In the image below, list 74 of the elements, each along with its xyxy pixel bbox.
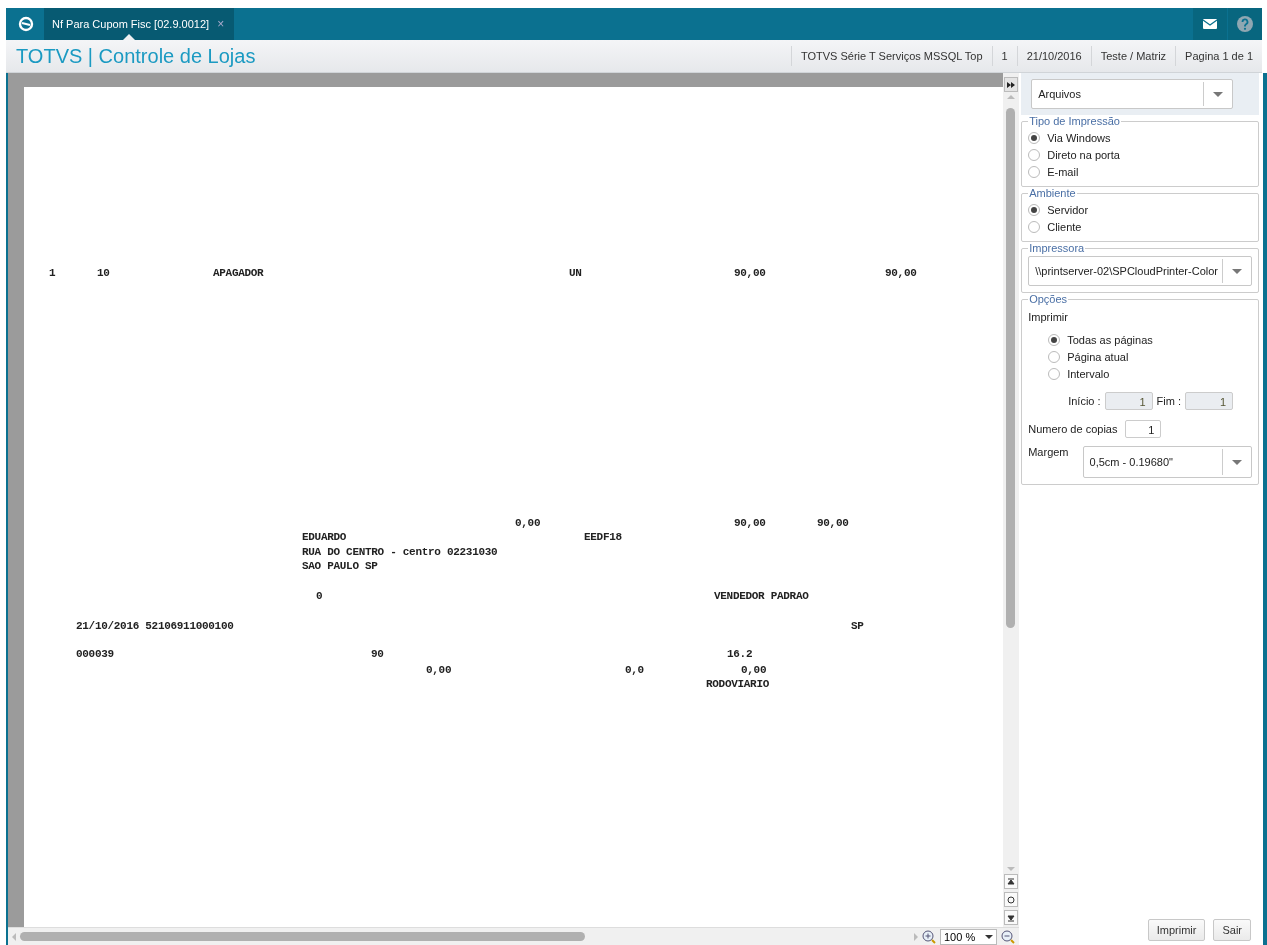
report-text: 0,0 xyxy=(625,664,644,676)
radio-option[interactable]: Cliente xyxy=(1028,218,1252,235)
header-info: 1 xyxy=(991,46,1017,66)
report-text: 90,00 xyxy=(734,267,766,279)
end-field[interactable]: 1 xyxy=(1185,392,1234,410)
report-text: 21/10/2016 52106911000100 xyxy=(76,620,234,632)
last-page-icon[interactable] xyxy=(1004,910,1019,925)
help-icon[interactable] xyxy=(1228,8,1262,40)
radio-option[interactable]: E-mail xyxy=(1028,163,1252,180)
copies-field[interactable]: 1 xyxy=(1125,420,1162,438)
header-info: Teste / Matriz xyxy=(1090,46,1176,66)
report-text: UN xyxy=(569,267,582,279)
field-label: Margem xyxy=(1028,446,1069,458)
report-text: EDUARDO xyxy=(302,531,347,543)
report-text: 90 xyxy=(371,648,384,660)
report-text: 1 xyxy=(49,267,56,279)
caret-icon xyxy=(1232,459,1242,465)
report-text: 16.2 xyxy=(727,648,753,660)
close-icon[interactable]: × xyxy=(217,17,225,31)
report-text: APAGADOR xyxy=(213,267,264,279)
radio-option[interactable]: Direto na porta xyxy=(1028,146,1252,163)
field-label: Numero de copias xyxy=(1028,423,1118,435)
report-text: 0 xyxy=(316,590,323,602)
report-text: 0,00 xyxy=(515,517,541,529)
printer-dropdown[interactable]: \\printserver-02\SPCloudPrinter-Color xyxy=(1028,256,1252,286)
collapse-icon[interactable] xyxy=(1004,77,1019,92)
caret-icon xyxy=(985,934,994,939)
report-text: 0,00 xyxy=(426,664,452,676)
start-field[interactable]: 1 xyxy=(1104,392,1153,410)
report-text: 10 xyxy=(97,267,110,279)
radio-option[interactable]: Intervalo xyxy=(1048,365,1252,382)
tab-title: Nf Para Cupom Fisc [02.9.0012] xyxy=(52,18,210,30)
margin-dropdown[interactable]: 0,5cm - 0.19680" xyxy=(1082,446,1252,478)
report-text: RUA DO CENTRO - centro 02231030 xyxy=(302,546,498,558)
group-legend: Tipo de Impressão xyxy=(1028,115,1121,127)
first-page-icon[interactable] xyxy=(1004,874,1019,889)
report-text: EEDF18 xyxy=(584,531,622,543)
header-info: TOTVS Série T Serviços MSSQL Top xyxy=(790,46,992,66)
zoom-dropdown[interactable]: 100 % xyxy=(940,928,998,945)
header-info: Pagina 1 de 1 xyxy=(1175,46,1262,66)
header-info: 21/10/2016 xyxy=(1016,46,1091,66)
radio-option[interactable]: Via Windows xyxy=(1028,129,1252,146)
caret-icon xyxy=(1213,91,1223,97)
group-legend: Ambiente xyxy=(1028,187,1077,199)
radio-option[interactable]: Todas as páginas xyxy=(1048,331,1252,348)
report-text: VENDEDOR PADRAO xyxy=(714,590,809,602)
field-label: Início : xyxy=(1068,395,1101,407)
action-button[interactable]: Imprimir xyxy=(1147,919,1206,941)
field-label: Fim : xyxy=(1156,395,1182,407)
action-button[interactable]: Sair xyxy=(1213,919,1251,941)
report-text: 000039 xyxy=(76,648,114,660)
report-text: 0,00 xyxy=(741,664,767,676)
tab[interactable]: Nf Para Cupom Fisc [02.9.0012] × xyxy=(44,8,235,40)
caret-icon xyxy=(1232,268,1242,274)
group-legend: Impressora xyxy=(1028,242,1086,254)
radio-option[interactable]: Página atual xyxy=(1048,348,1252,365)
report-text: 90,00 xyxy=(817,517,849,529)
report-text: SAO PAULO SP xyxy=(302,560,378,572)
field-label: Imprimir xyxy=(1028,311,1069,323)
group-legend: Opções xyxy=(1028,293,1069,305)
mail-icon[interactable] xyxy=(1193,8,1227,40)
output-dropdown[interactable]: Arquivos xyxy=(1031,79,1233,109)
radio-option[interactable]: Servidor xyxy=(1028,201,1252,218)
report-text: RODOVIARIO xyxy=(706,678,769,690)
report-text: 90,00 xyxy=(734,517,766,529)
report-text: 90,00 xyxy=(885,267,917,279)
app-title: TOTVS | Controle de Lojas xyxy=(16,44,256,68)
zoom-out-icon[interactable] xyxy=(1001,929,1016,944)
logo-icon xyxy=(18,16,34,32)
zoom-in-icon[interactable] xyxy=(922,929,936,944)
report-text: SP xyxy=(851,620,864,632)
scrollbar-thumb[interactable] xyxy=(20,932,585,941)
page-icon[interactable] xyxy=(1004,892,1019,907)
scrollbar-thumb[interactable] xyxy=(1006,108,1016,628)
